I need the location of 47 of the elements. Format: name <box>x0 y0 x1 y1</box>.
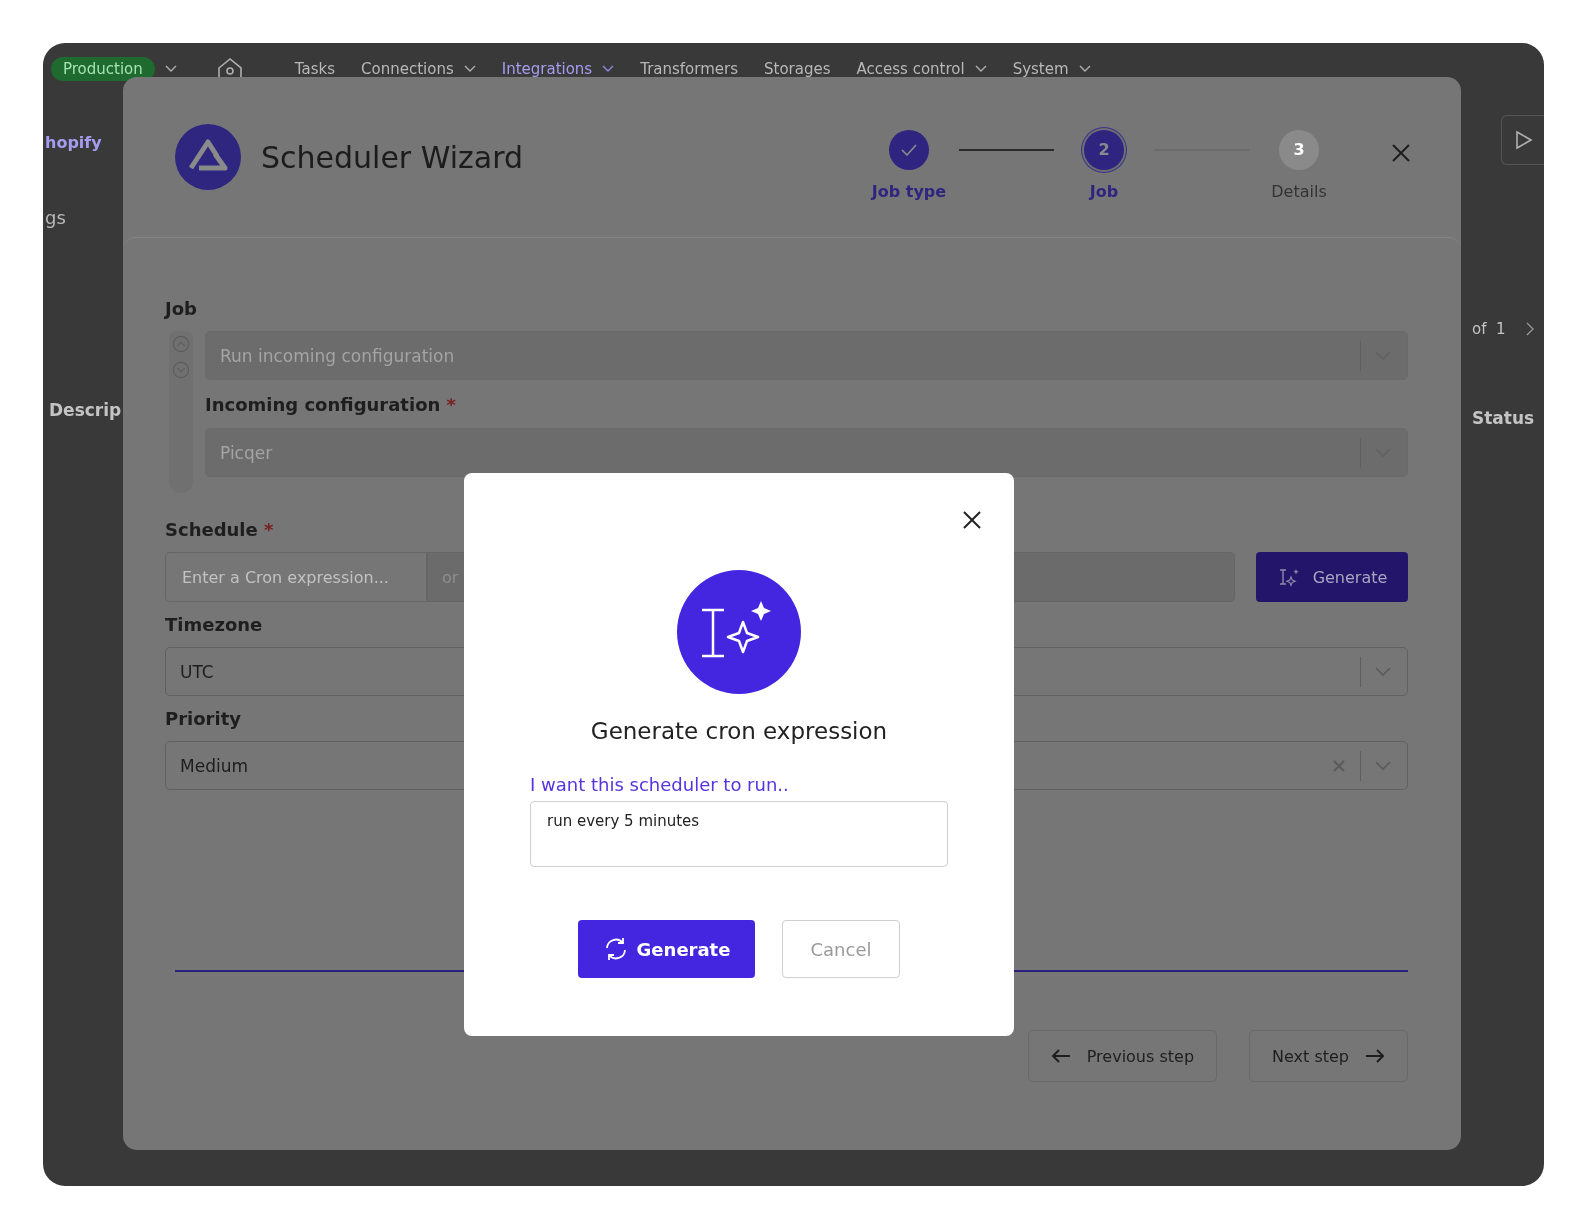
pagination-text: of 1 <box>1472 320 1506 338</box>
step-indicator: 3 <box>1279 129 1319 170</box>
caret-icon[interactable] <box>974 65 987 73</box>
close-icon[interactable] <box>962 510 982 530</box>
nav-item[interactable]: Connections <box>361 60 454 78</box>
field-label: Schedule * <box>165 519 274 540</box>
caret-icon[interactable] <box>463 65 476 73</box>
column-header: Descrip <box>49 400 122 420</box>
caret-icon[interactable] <box>164 65 177 73</box>
breadcrumb-link[interactable]: hopify <box>45 133 102 152</box>
arrow-right-icon <box>1365 1048 1385 1064</box>
nav-item[interactable]: Storages <box>764 60 831 78</box>
wizard-title: Scheduler Wizard <box>261 139 524 175</box>
nav-item[interactable]: System <box>1012 60 1069 78</box>
logo-icon <box>175 124 241 190</box>
previous-step-button[interactable]: Previous step <box>1027 1030 1218 1082</box>
chevron-right-icon[interactable] <box>1525 322 1534 336</box>
field-label: Priority <box>165 708 241 729</box>
nav-item[interactable]: Tasks <box>294 60 335 78</box>
column-header: Status <box>1472 408 1535 428</box>
step-label: Job <box>1089 181 1119 201</box>
step-label: Details <box>1271 181 1327 201</box>
dialog-title: Generate cron expression <box>590 718 888 744</box>
nav-item[interactable]: Integrations <box>501 60 593 78</box>
field-label: Incoming configuration * <box>205 394 456 415</box>
caret-icon[interactable] <box>1078 65 1091 73</box>
field-label: Job <box>165 298 197 319</box>
nav-item[interactable]: Transformers <box>640 60 738 78</box>
field-label: I want this scheduler to run.. <box>530 774 789 795</box>
text-sparkle-icon <box>677 570 801 694</box>
environment-badge[interactable]: Production <box>51 57 155 81</box>
chevron-down-icon <box>1375 666 1391 677</box>
field-label: Timezone <box>165 614 263 635</box>
next-step-button[interactable]: Next step <box>1249 1030 1408 1082</box>
generate-button[interactable]: Generate <box>1256 552 1408 602</box>
chevron-down-icon <box>1375 760 1391 771</box>
prompt-textarea[interactable]: run every 5 minutes <box>530 801 948 867</box>
nav-item[interactable]: Access control <box>856 60 965 78</box>
caret-icon[interactable] <box>602 65 615 73</box>
step-indicator: 2 <box>1084 129 1124 170</box>
arrow-left-icon <box>1050 1048 1071 1064</box>
check-icon <box>901 143 917 156</box>
tab[interactable]: gs <box>45 207 66 228</box>
play-button[interactable] <box>1501 115 1544 165</box>
step-label: Job type <box>871 181 947 201</box>
play-icon <box>1515 130 1533 150</box>
generate-button[interactable]: Generate <box>578 920 755 978</box>
